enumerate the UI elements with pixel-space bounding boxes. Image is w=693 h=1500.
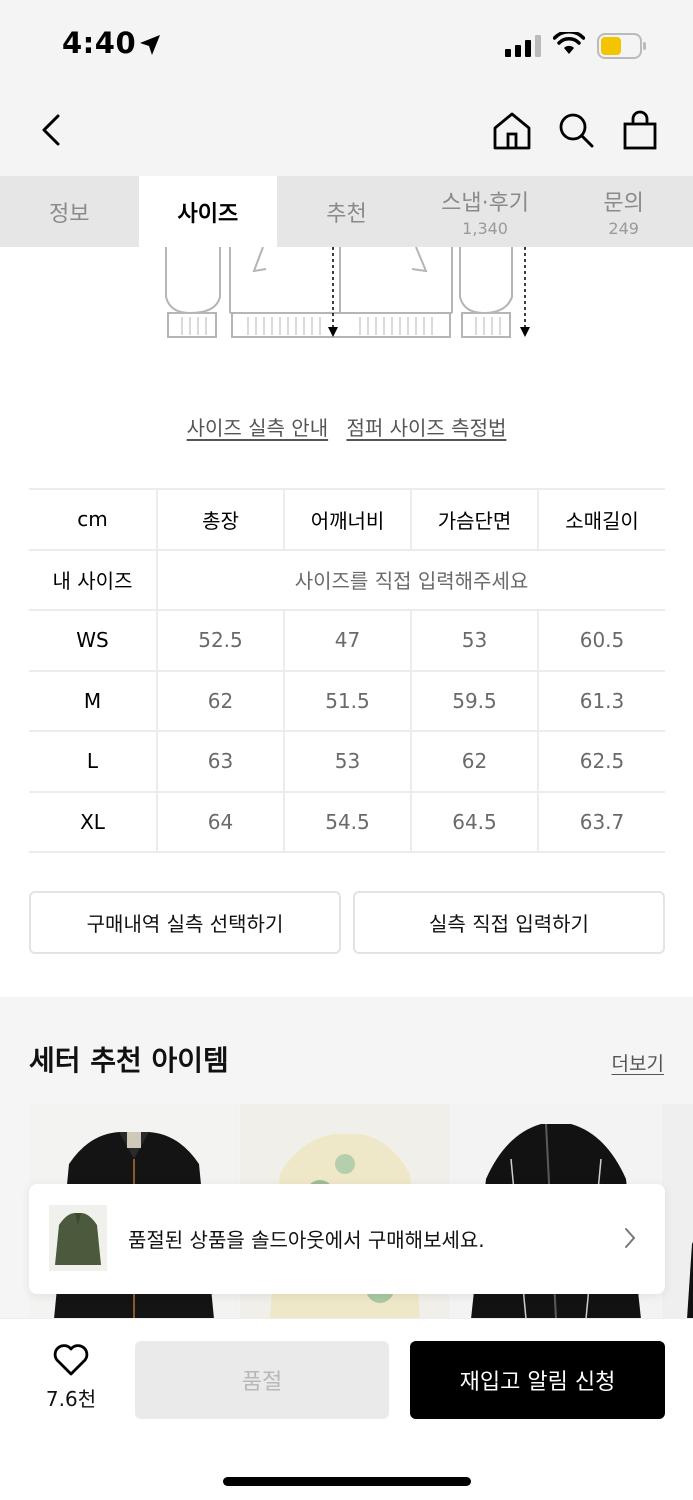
table-cell: 62 — [157, 669, 285, 732]
wifi-icon — [553, 32, 585, 54]
tab-inquiry[interactable]: 문의 249 — [554, 176, 693, 247]
my-size-row[interactable]: 내 사이즈 사이즈를 직접 입력해주세요 — [29, 548, 665, 611]
measurement-illustration — [165, 247, 530, 338]
tab-label: 사이즈 — [177, 201, 239, 227]
tab-bar: 정보 사이즈 추천 스냅·후기 1,340 문의 249 — [0, 176, 693, 247]
table-row: WS 52.5 47 53 60.5 — [29, 609, 665, 672]
table-cell: 53 — [411, 609, 539, 672]
jumper-measure-link[interactable]: 점퍼 사이즈 측정법 — [346, 416, 506, 440]
tab-count: 249 — [608, 219, 639, 238]
nav-bar — [0, 90, 693, 176]
cellular-signal-icon — [505, 35, 541, 57]
size-label: XL — [29, 790, 158, 853]
shopping-bag-icon[interactable] — [620, 110, 660, 152]
header-cell: 총장 — [157, 488, 285, 551]
tab-label: 정보 — [49, 201, 90, 227]
direct-measure-input-button[interactable]: 실측 직접 입력하기 — [353, 891, 665, 954]
header-cell: 가슴단면 — [411, 488, 539, 551]
size-table: cm 총장 어깨너비 가슴단면 소매길이 내 사이즈 사이즈를 직접 입력해주세… — [29, 488, 665, 853]
tab-size[interactable]: 사이즈 — [138, 176, 278, 247]
table-cell: 62 — [411, 730, 539, 793]
header-cell: 어깨너비 — [284, 488, 412, 551]
banner-text: 품절된 상품을 솔드아웃에서 구매해보세요. — [128, 1228, 485, 1252]
tab-recommend[interactable]: 추천 — [277, 176, 416, 247]
status-time: 4:40 — [62, 26, 137, 60]
table-row: XL 64 54.5 64.5 63.7 — [29, 790, 665, 853]
table-cell: 62.5 — [538, 730, 665, 793]
table-cell: 63.7 — [538, 790, 665, 853]
banner-thumbnail — [49, 1205, 107, 1271]
soldout-button: 품절 — [135, 1341, 389, 1419]
table-cell: 60.5 — [538, 609, 665, 672]
heart-icon — [53, 1344, 89, 1376]
table-cell: 54.5 — [284, 790, 412, 853]
chevron-right-icon — [625, 1228, 636, 1248]
search-icon[interactable] — [556, 110, 596, 152]
my-size-label: 내 사이즈 — [29, 548, 158, 611]
size-label: L — [29, 730, 158, 793]
header-cell: cm — [29, 488, 158, 551]
purchase-history-measure-button[interactable]: 구매내역 실측 선택하기 — [29, 891, 341, 954]
header-cell: 소매길이 — [538, 488, 665, 551]
table-cell: 47 — [284, 609, 412, 672]
table-row: M 62 51.5 59.5 61.3 — [29, 669, 665, 732]
status-bar: 4:40 — [0, 0, 693, 90]
back-chevron-icon[interactable] — [36, 110, 66, 150]
actual-size-guide-link[interactable]: 사이즈 실측 안내 — [187, 416, 329, 440]
my-size-input-prompt[interactable]: 사이즈를 직접 입력해주세요 — [157, 548, 665, 611]
size-label: WS — [29, 609, 158, 672]
home-icon[interactable] — [492, 110, 532, 152]
table-cell: 61.3 — [538, 669, 665, 732]
tab-info[interactable]: 정보 — [0, 176, 139, 247]
table-cell: 52.5 — [157, 609, 285, 672]
battery-icon — [597, 33, 646, 59]
table-cell: 64 — [157, 790, 285, 853]
table-header-row: cm 총장 어깨너비 가슴단면 소매길이 — [29, 488, 665, 551]
restock-alert-button[interactable]: 재입고 알림 신청 — [410, 1341, 665, 1419]
bottom-action-bar: 7.6천 품절 재입고 알림 신청 — [0, 1318, 693, 1500]
location-arrow-icon — [140, 35, 160, 55]
measure-action-buttons: 구매내역 실측 선택하기 실측 직접 입력하기 — [29, 891, 665, 954]
tab-label: 추천 — [326, 201, 367, 227]
size-label: M — [29, 669, 158, 732]
soldout-banner[interactable]: 품절된 상품을 솔드아웃에서 구매해보세요. — [29, 1184, 665, 1294]
tab-label: 문의 — [603, 191, 644, 216]
more-link[interactable]: 더보기 — [612, 1049, 664, 1076]
table-cell: 64.5 — [411, 790, 539, 853]
recommend-title: 세터 추천 아이템 — [29, 1044, 229, 1077]
partial-item-image — [687, 1242, 693, 1319]
tab-count: 1,340 — [462, 219, 508, 238]
tab-label: 스냅·후기 — [441, 191, 530, 216]
table-row: L 63 53 62 62.5 — [29, 730, 665, 793]
table-cell: 63 — [157, 730, 285, 793]
tab-snap-review[interactable]: 스냅·후기 1,340 — [416, 176, 555, 247]
home-indicator — [223, 1477, 471, 1486]
like-button[interactable]: 7.6천 — [38, 1343, 104, 1412]
size-guide-links: 사이즈 실측 안내 점퍼 사이즈 측정법 — [0, 412, 693, 441]
khaki-jacket-thumbnail — [55, 1213, 101, 1265]
table-cell: 51.5 — [284, 669, 412, 732]
table-cell: 59.5 — [411, 669, 539, 732]
recommend-item-image[interactable] — [662, 1104, 693, 1319]
table-cell: 53 — [284, 730, 412, 793]
like-count: 7.6천 — [45, 1387, 97, 1411]
